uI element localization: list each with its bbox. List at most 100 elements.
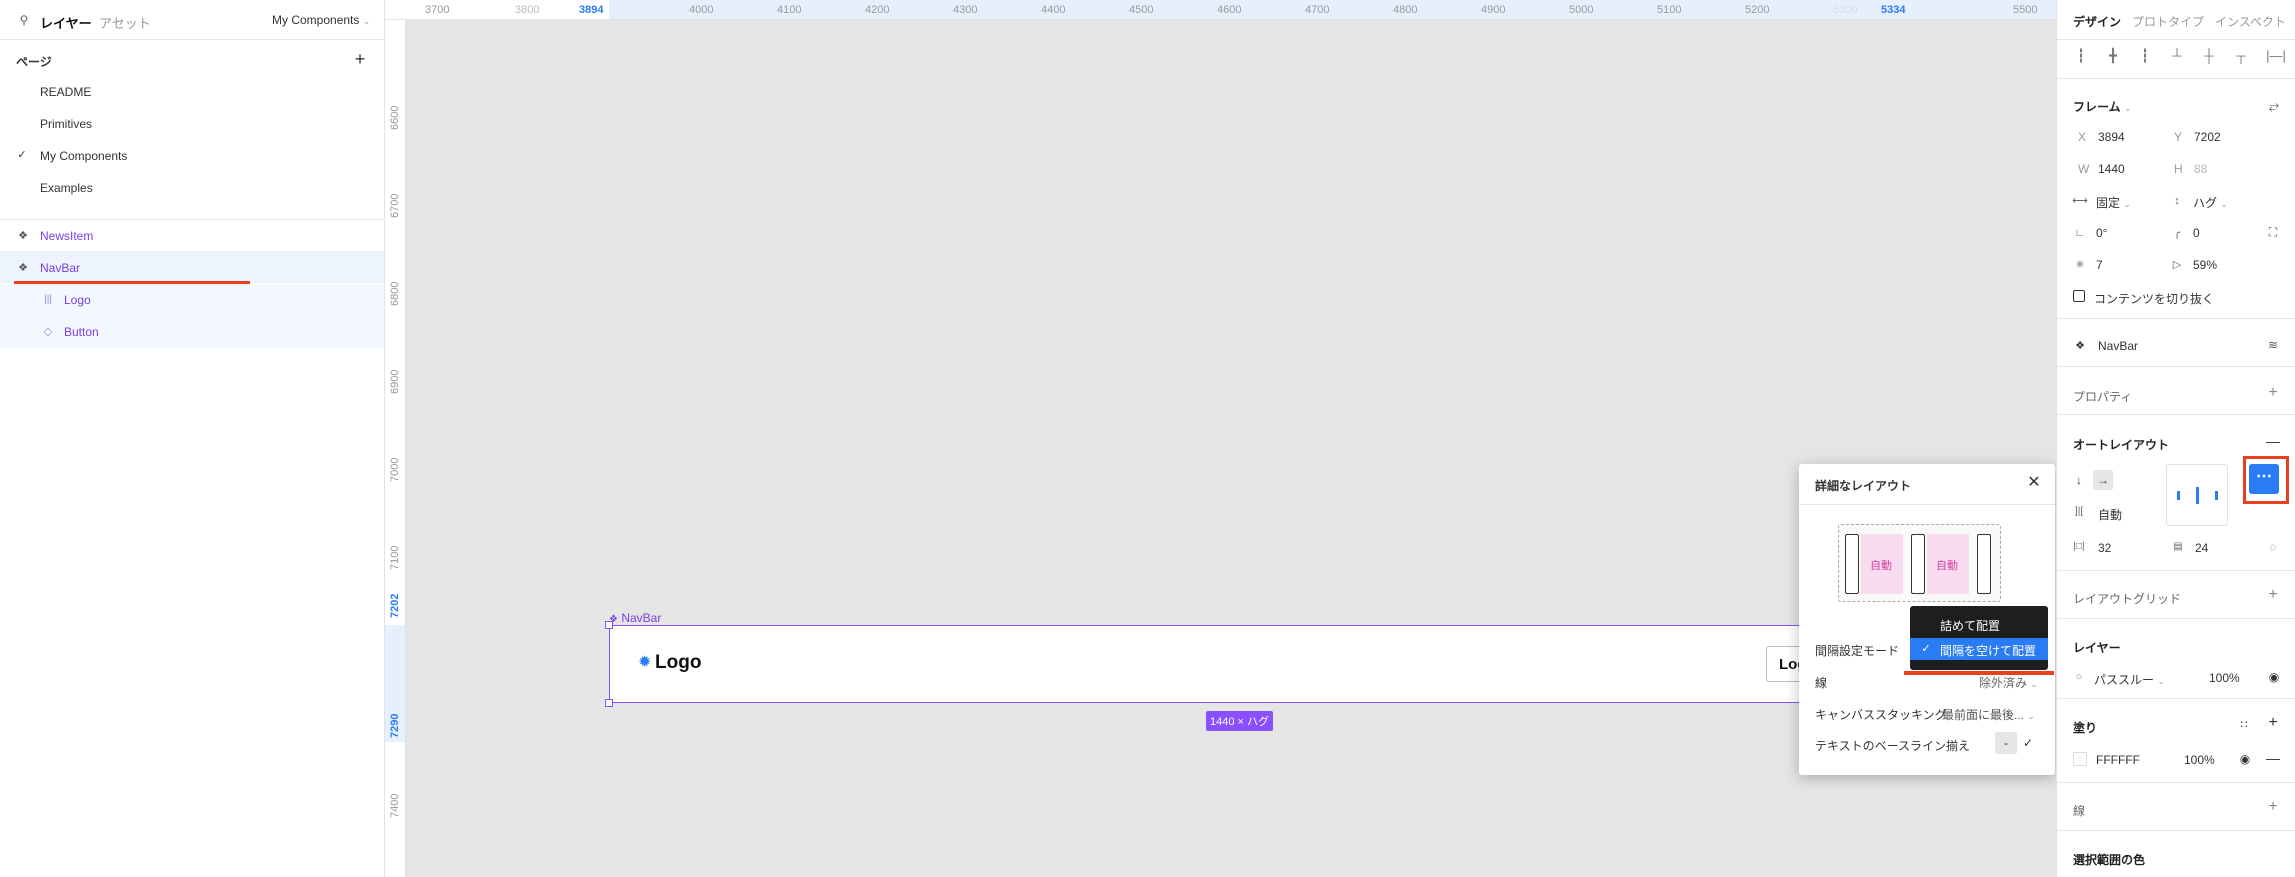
padding-vertical-input[interactable]: 24 [2195, 541, 2208, 555]
resize-handle[interactable] [605, 621, 613, 629]
blend-mode-select[interactable]: パススルー ⌄ [2094, 671, 2165, 688]
eye-icon[interactable]: ◉ [2237, 752, 2253, 766]
fit-content-icon[interactable]: ⥂ [2266, 97, 2282, 113]
ruler-tick-selection-start: 3894 [579, 4, 604, 16]
page-item-examples[interactable]: Examples [40, 181, 93, 195]
ratio-input[interactable]: 59% [2193, 258, 2217, 272]
align-bar [2215, 491, 2218, 500]
height-mode-select[interactable]: ハグ ⌄ [2193, 194, 2228, 211]
corner-radius-input[interactable]: 0 [2193, 226, 2200, 240]
align-top-icon[interactable]: ┴ [2169, 48, 2185, 62]
x-label: X [2078, 130, 2087, 144]
ruler-tick: 4700 [1305, 4, 1330, 16]
divider [2057, 318, 2295, 319]
align-left-icon[interactable]: ┇ [2073, 48, 2089, 62]
w-input[interactable]: 1440 [2098, 162, 2125, 176]
layer-opacity-input[interactable]: 100% [2209, 671, 2240, 685]
chevron-down-icon: ⌄ [2157, 676, 2165, 686]
align-right-icon[interactable]: ┇ [2137, 48, 2153, 62]
padding-horizontal-input[interactable]: 32 [2098, 541, 2111, 555]
ruler-tick: 6700 [389, 193, 401, 218]
remove-autolayout-icon[interactable]: — [2266, 434, 2280, 448]
page-item-my-components[interactable]: My Components [40, 149, 127, 163]
clip-content-checkbox[interactable] [2073, 290, 2085, 302]
divider [0, 39, 385, 40]
style-grid-icon[interactable]: ∷ [2237, 718, 2251, 732]
option-packed[interactable]: 詰めて配置 [1940, 617, 2000, 634]
component-icon: ❖ [18, 229, 28, 242]
frame-title[interactable]: フレーム ⌄ [2073, 98, 2132, 115]
ruler-tick: 4300 [953, 4, 978, 16]
add-layout-grid-icon[interactable]: + [2266, 587, 2280, 603]
rotation-input[interactable]: 0° [2096, 226, 2107, 240]
divider [2057, 830, 2295, 831]
divider [2057, 414, 2295, 415]
ruler-tick: 5500 [2013, 4, 2038, 16]
fill-swatch[interactable] [2073, 752, 2087, 766]
divider [2057, 698, 2295, 699]
spacing-input[interactable]: 自動 [2098, 506, 2122, 523]
align-center-h-icon[interactable]: ╋ [2105, 48, 2121, 62]
alignment-grid[interactable] [2166, 464, 2228, 526]
count-input[interactable]: 7 [2096, 258, 2103, 272]
layers-panel: ⚲ レイヤー アセット My Components ⌄ ページ + README… [0, 0, 385, 877]
fill-hex-input[interactable]: FFFFFF [2096, 753, 2140, 767]
align-bar [2177, 491, 2180, 500]
x-input[interactable]: 3894 [2098, 130, 2125, 144]
advanced-layout-button[interactable]: ⋯ [2249, 464, 2279, 494]
component-settings-icon[interactable]: ≋ [2266, 338, 2280, 352]
divider [2057, 618, 2295, 619]
align-center-v-icon[interactable]: ┼ [2201, 48, 2217, 62]
width-mode-select[interactable]: 固定 ⌄ [2096, 194, 2131, 211]
divider [1799, 504, 2055, 505]
layer-item-navbar[interactable]: NavBar [40, 261, 80, 275]
eye-icon[interactable]: ◉ [2266, 670, 2282, 684]
layer-row-logo[interactable] [0, 284, 384, 348]
page-item-primitives[interactable]: Primitives [40, 117, 92, 131]
h-input[interactable]: 88 [2194, 162, 2207, 176]
layer-item-button[interactable]: Button [64, 325, 99, 339]
tab-layers[interactable]: レイヤー [40, 13, 92, 32]
ruler-tick: 7400 [389, 793, 401, 818]
ruler-tick: 7100 [389, 545, 401, 570]
direction-vertical-icon[interactable]: ↓ [2071, 472, 2087, 488]
remove-fill-icon[interactable]: — [2266, 751, 2280, 765]
tab-assets[interactable]: アセット [99, 13, 151, 32]
ruler-tick: 4900 [1481, 4, 1506, 16]
search-icon[interactable]: ⚲ [16, 12, 32, 28]
padding-vertical-icon: ▤ [2173, 541, 2183, 552]
stroke-select[interactable]: 除外済み ⌄ [1979, 674, 2038, 691]
ruler-tick: 4400 [1041, 4, 1066, 16]
tab-inspect[interactable]: インスペクト [2215, 13, 2286, 30]
tab-design[interactable]: デザイン [2073, 13, 2121, 30]
layout-grid-title: レイアウトグリッド [2073, 592, 2182, 606]
frame-label[interactable]: ❖ NavBar [609, 611, 661, 625]
fill-opacity-input[interactable]: 100% [2184, 753, 2215, 767]
distribute-icon[interactable]: |—| [2265, 48, 2287, 62]
add-stroke-icon[interactable]: + [2266, 799, 2280, 815]
close-icon[interactable]: ✕ [2025, 474, 2043, 492]
y-input[interactable]: 7202 [2194, 130, 2221, 144]
width-mode-value: 固定 [2096, 196, 2121, 210]
resize-handle[interactable] [605, 699, 613, 707]
page-selector[interactable]: My Components ⌄ [272, 13, 370, 27]
independent-padding-icon[interactable]: ◌ [2266, 540, 2280, 554]
height-mode-icon: ↕ [2174, 194, 2180, 207]
ruler-selection-band [609, 0, 2257, 19]
layer-title: レイヤー [2073, 641, 2121, 655]
canvas-stacking-select[interactable]: 最前面に最後... ⌄ [1942, 706, 2035, 723]
divider [2057, 78, 2295, 79]
page-item-readme[interactable]: README [40, 85, 91, 99]
ruler-tick: 5200 [1745, 4, 1770, 16]
check-icon[interactable]: ✓ [2020, 736, 2036, 750]
add-fill-icon[interactable]: + [2266, 715, 2280, 731]
add-property-icon[interactable]: + [2266, 385, 2280, 401]
direction-horizontal-icon[interactable]: → [2093, 470, 2113, 490]
independent-corners-icon[interactable]: ⛶ [2266, 225, 2280, 239]
add-page-icon[interactable]: + [352, 50, 368, 68]
tab-prototype[interactable]: プロトタイプ [2132, 13, 2204, 30]
layer-item-newsitem[interactable]: NewsItem [40, 229, 93, 243]
align-bottom-icon[interactable]: ┬ [2233, 48, 2249, 62]
baseline-option-none[interactable]: - [1995, 732, 2017, 754]
layer-item-logo[interactable]: Logo [64, 293, 91, 307]
